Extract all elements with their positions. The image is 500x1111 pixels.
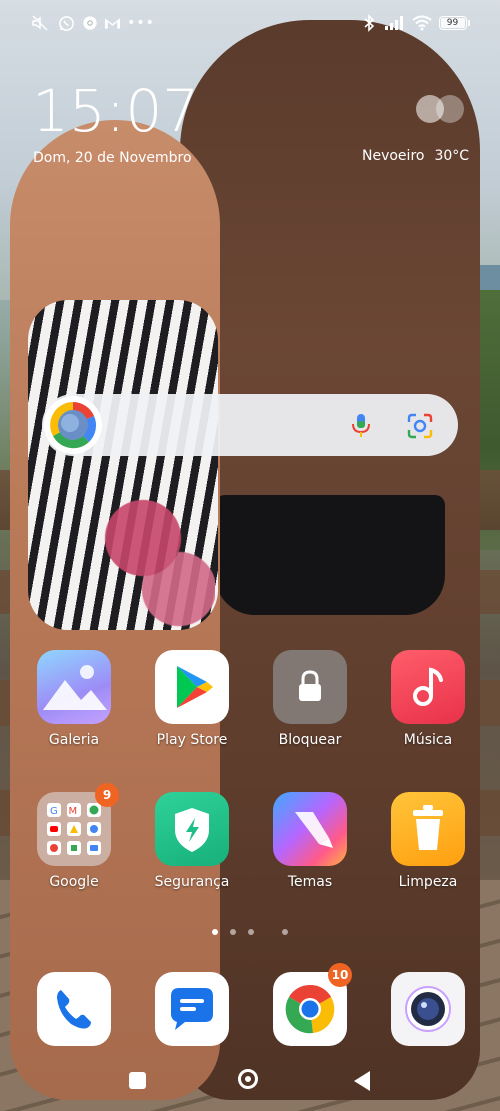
navigation-bar bbox=[0, 1060, 500, 1105]
phone-icon bbox=[37, 972, 111, 1046]
app-label: Temas bbox=[287, 874, 333, 890]
chrome-icon bbox=[80, 12, 100, 34]
app-label: Segurança bbox=[154, 874, 230, 890]
camera-icon bbox=[391, 972, 465, 1046]
wifi-icon bbox=[411, 12, 433, 34]
dock-camera[interactable] bbox=[378, 972, 478, 1046]
dock-phone[interactable] bbox=[24, 972, 124, 1046]
gallery-icon bbox=[37, 650, 111, 724]
weather-temperature: 30°C bbox=[434, 148, 470, 164]
mute-icon bbox=[30, 12, 50, 34]
clock-time[interactable]: 15:07 bbox=[32, 82, 199, 140]
bluetooth-icon bbox=[362, 12, 376, 34]
battery-level: 99 bbox=[446, 18, 459, 28]
app-galeria[interactable]: Galeria bbox=[24, 650, 124, 748]
home-screen: ••• 99 15:07 Dom, 20 de Novembro Nevoeir… bbox=[0, 0, 500, 1111]
app-label: Limpeza bbox=[398, 874, 458, 890]
clock-date: Dom, 20 de Novembro bbox=[33, 150, 192, 166]
app-musica[interactable]: Música bbox=[378, 650, 478, 748]
app-limpeza[interactable]: Limpeza bbox=[378, 792, 478, 890]
wallpaper-railing bbox=[0, 570, 500, 614]
cleaner-icon bbox=[391, 792, 465, 866]
home-button[interactable] bbox=[238, 1069, 258, 1089]
wallpaper-railing bbox=[0, 470, 500, 530]
more-notifications-icon: ••• bbox=[127, 15, 155, 31]
fog-weather-icon[interactable] bbox=[412, 92, 470, 126]
app-bloquear[interactable]: Bloquear bbox=[260, 650, 360, 748]
whatsapp-icon bbox=[56, 12, 76, 34]
battery-icon: 99 bbox=[438, 12, 470, 34]
wallpaper-person-man bbox=[180, 20, 480, 1100]
voice-search-mic-icon[interactable] bbox=[348, 412, 374, 438]
svg-text:M: M bbox=[69, 806, 78, 817]
app-label: Bloquear bbox=[278, 732, 342, 748]
app-temas[interactable]: Temas bbox=[260, 792, 360, 890]
page-indicator bbox=[210, 927, 290, 937]
music-icon bbox=[391, 650, 465, 724]
security-icon bbox=[155, 792, 229, 866]
weather-condition: Nevoeiro bbox=[362, 148, 425, 164]
google-logo-icon bbox=[44, 396, 102, 454]
page-dot-active bbox=[212, 929, 218, 935]
app-label: Galeria bbox=[48, 732, 100, 748]
gmail-icon bbox=[102, 12, 122, 34]
play-store-icon bbox=[155, 650, 229, 724]
google-lens-icon[interactable] bbox=[406, 412, 434, 440]
app-label: Música bbox=[403, 732, 453, 748]
dock-chrome[interactable]: 10 bbox=[260, 963, 360, 1046]
app-seguranca[interactable]: Segurança bbox=[142, 792, 242, 890]
wallpaper-swimsuit-print bbox=[95, 470, 215, 640]
signal-icon bbox=[384, 12, 406, 34]
lock-icon bbox=[273, 650, 347, 724]
dock-messages[interactable] bbox=[142, 972, 242, 1046]
messages-icon bbox=[155, 972, 229, 1046]
wallpaper-sea bbox=[380, 265, 500, 295]
app-label: Play Store bbox=[156, 732, 228, 748]
page-dot bbox=[248, 929, 254, 935]
wallpaper-person-woman bbox=[10, 120, 220, 1100]
svg-text:G: G bbox=[50, 806, 58, 817]
back-button[interactable] bbox=[354, 1071, 370, 1091]
app-label: Google bbox=[49, 874, 99, 890]
page-dot bbox=[282, 929, 288, 935]
status-bar[interactable]: ••• 99 bbox=[0, 0, 500, 46]
wallpaper-swim-trunks bbox=[215, 495, 445, 615]
notification-badge: 9 bbox=[95, 783, 119, 807]
notification-badge: 10 bbox=[328, 963, 352, 987]
wallpaper-swimsuit bbox=[28, 300, 218, 630]
weather-widget[interactable]: Nevoeiro 30°C bbox=[362, 148, 479, 164]
recents-button[interactable] bbox=[129, 1072, 146, 1089]
app-google-folder[interactable]: G M 9 Google bbox=[24, 783, 124, 890]
themes-icon bbox=[273, 792, 347, 866]
app-play-store[interactable]: Play Store bbox=[142, 650, 242, 748]
google-search-bar[interactable] bbox=[42, 394, 458, 456]
page-dot bbox=[230, 929, 236, 935]
